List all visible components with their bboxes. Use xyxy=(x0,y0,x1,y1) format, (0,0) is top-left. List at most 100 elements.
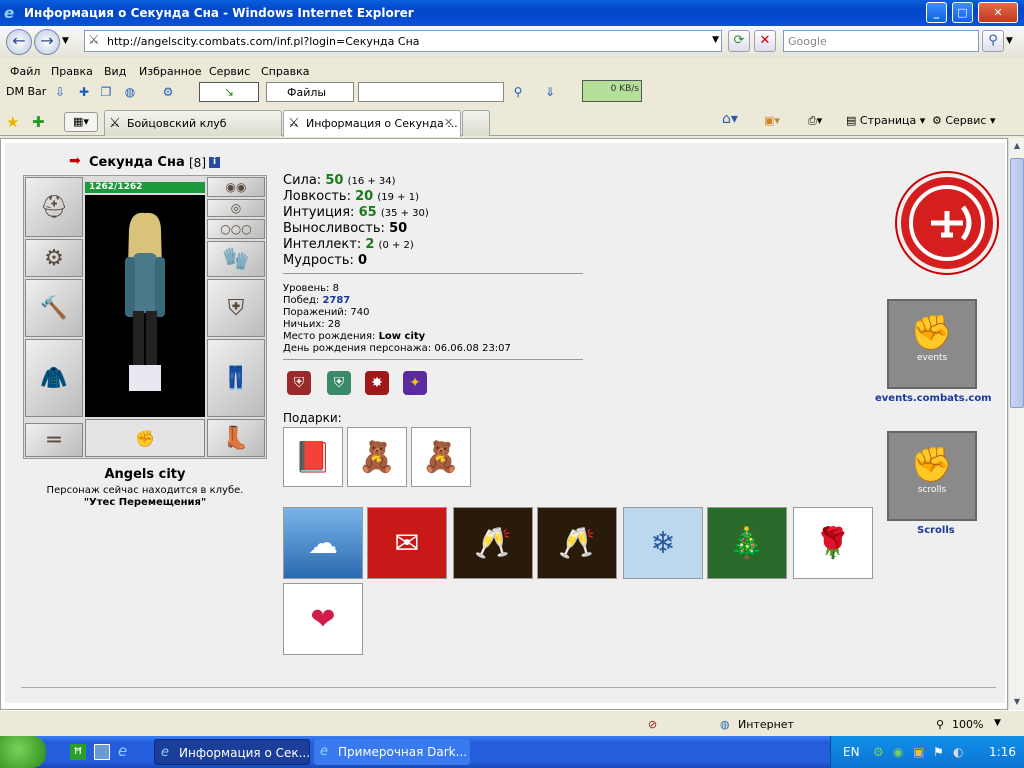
vertical-scrollbar[interactable]: ▲ ▼ xyxy=(1008,138,1024,710)
info-icon[interactable]: i xyxy=(209,157,220,168)
zoom-dropdown-icon[interactable]: ▼ xyxy=(994,718,1001,728)
armor-slot[interactable]: 🧥 xyxy=(25,339,83,417)
quick-tabs-button[interactable]: ▦▾ xyxy=(64,112,98,132)
privacy-icon[interactable]: ⊘ xyxy=(648,718,657,731)
character-name[interactable]: Секунда Сна xyxy=(89,155,185,170)
badge-icon[interactable]: ✦ xyxy=(403,371,427,395)
cursor-button[interactable]: ↘ xyxy=(199,82,259,102)
tray-flag-icon[interactable]: ⚑ xyxy=(933,745,944,759)
close-button[interactable]: ✕ xyxy=(978,2,1018,23)
gift-teddy-icon[interactable]: 🧸 xyxy=(347,427,407,487)
weapon-slot[interactable]: 🔨 xyxy=(25,279,83,337)
close-tab-icon[interactable]: ✕ xyxy=(444,116,453,129)
gift-book-icon[interactable]: 📕 xyxy=(283,427,343,487)
minimize-button[interactable]: _ xyxy=(926,2,947,23)
tray-icon[interactable]: ▣ xyxy=(913,745,924,759)
rss-icon[interactable]: ▣▾ xyxy=(764,114,780,127)
tray-icon[interactable]: ◉ xyxy=(893,745,903,759)
task-fitting-room[interactable]: e Примерочная Dark... xyxy=(314,739,470,765)
scrolls-banner[interactable]: ✊ scrolls xyxy=(887,431,977,521)
shield-slot[interactable]: ⛨ xyxy=(207,279,265,337)
ie-quicklaunch-icon[interactable]: e xyxy=(118,742,127,760)
gift-card-newyear-icon[interactable]: ✉ xyxy=(367,507,447,579)
menu-view[interactable]: Вид xyxy=(104,65,126,78)
quicklaunch-icon[interactable]: Ħ xyxy=(70,744,86,760)
zoom-level[interactable]: 100% xyxy=(952,718,983,731)
service-menu[interactable]: ⚙ Сервис ▾ xyxy=(932,114,996,127)
menu-file[interactable]: Файл xyxy=(10,65,40,78)
scrolls-link[interactable]: Scrolls xyxy=(917,525,955,536)
events-banner[interactable]: ✊ events xyxy=(887,299,977,389)
tool-icon[interactable]: ⚙ xyxy=(160,84,176,100)
search-icon[interactable]: ⚲ xyxy=(982,30,1004,52)
content-area: ➡ Секунда Сна [8] i ⛑ ⚙ 🔨 🧥 ═ ✊ ◉◉ ◎ ○○○… xyxy=(5,143,1005,703)
info-birthplace: Место рождения: Low city xyxy=(283,331,426,342)
rings-slot[interactable]: ○○○ xyxy=(207,219,265,239)
print-icon[interactable]: ⎙▾ xyxy=(808,114,822,128)
search-input[interactable]: Google xyxy=(783,30,979,52)
address-dropdown-icon[interactable]: ▼ xyxy=(712,35,719,45)
gift-teddy-icon[interactable]: 🧸 xyxy=(411,427,471,487)
bracers-slot[interactable]: ⚙ xyxy=(25,239,83,277)
gift-card-2009-icon[interactable]: ❄ xyxy=(623,507,703,579)
menu-tools[interactable]: Сервис xyxy=(209,65,250,78)
globe-icon[interactable]: ◍ xyxy=(122,84,138,100)
tray-icon[interactable]: ⚙ xyxy=(873,745,884,759)
copy-icon[interactable]: ❐ xyxy=(98,84,114,100)
badge-icon[interactable]: ⛨ xyxy=(287,371,311,395)
new-tab-button[interactable] xyxy=(462,110,490,136)
stop-button[interactable]: ✕ xyxy=(754,30,776,52)
start-button[interactable] xyxy=(0,736,46,768)
tab-info[interactable]: ⚔ Информация о Секунда ... xyxy=(283,110,461,137)
address-bar[interactable]: ⚔ http://angelscity.combats.com/inf.pl?l… xyxy=(84,30,722,52)
dm-search-input[interactable] xyxy=(358,82,504,102)
amulet-slot[interactable]: ◎ xyxy=(207,199,265,217)
character-portrait xyxy=(85,195,205,417)
gift-heart-icon[interactable]: ❤ xyxy=(283,583,363,655)
task-info-window[interactable]: e Информация о Сек... xyxy=(154,739,310,765)
address-input[interactable]: http://angelscity.combats.com/inf.pl?log… xyxy=(107,35,420,48)
history-dropdown-icon[interactable]: ▼ xyxy=(62,36,69,46)
add-favorite-icon[interactable]: ✚ xyxy=(32,113,45,131)
earrings-slot[interactable]: ◉◉ xyxy=(207,177,265,197)
leggings-slot[interactable]: 👖 xyxy=(207,339,265,417)
belt-slot[interactable]: ═ xyxy=(25,423,83,457)
download-icon[interactable]: ⇩ xyxy=(52,84,68,100)
language-indicator[interactable]: EN xyxy=(843,745,860,759)
scroll-down-icon[interactable]: ▼ xyxy=(1010,694,1024,710)
helmet-slot[interactable]: ⛑ xyxy=(25,177,83,237)
gift-card-champagne-icon[interactable]: 🥂 xyxy=(537,507,617,579)
scroll-thumb[interactable] xyxy=(1010,158,1024,408)
gift-roses-icon[interactable]: 🌹 xyxy=(793,507,873,579)
refresh-button[interactable]: ⟳ xyxy=(728,30,750,52)
desktop-icon[interactable] xyxy=(94,744,110,760)
back-button[interactable]: ← xyxy=(6,29,32,55)
boots-slot[interactable]: 👢 xyxy=(207,419,265,457)
forward-button[interactable]: → xyxy=(34,29,60,55)
clan-logo[interactable] xyxy=(897,173,997,273)
tray-icon[interactable]: ◐ xyxy=(953,745,963,759)
badge-icon[interactable]: ⛨ xyxy=(327,371,351,395)
menu-favorites[interactable]: Избранное xyxy=(139,65,201,78)
window-title: Информация о Секунда Сна - Windows Inter… xyxy=(24,6,414,20)
add-icon[interactable]: ✚ xyxy=(76,84,92,100)
gloves-slot[interactable]: 🧤 xyxy=(207,241,265,277)
events-link[interactable]: events.combats.com xyxy=(875,393,992,404)
scroll-up-icon[interactable]: ▲ xyxy=(1010,138,1024,154)
arrow-down-icon[interactable]: ⇓ xyxy=(542,84,558,100)
zoom-icon[interactable]: ⚲ xyxy=(936,718,944,731)
page-menu[interactable]: ▤ Страница ▾ xyxy=(846,114,925,127)
gift-card-champagne-icon[interactable]: 🥂 xyxy=(453,507,533,579)
gift-card-sea-icon[interactable]: ☁ xyxy=(283,507,363,579)
menu-edit[interactable]: Правка xyxy=(51,65,93,78)
menu-help[interactable]: Справка xyxy=(261,65,309,78)
files-dropdown[interactable]: Файлы xyxy=(266,82,354,102)
maximize-button[interactable]: □ xyxy=(952,2,973,23)
tab-fight-club[interactable]: ⚔ Бойцовский клуб xyxy=(104,110,282,136)
zoom-search-icon[interactable]: ⚲ xyxy=(510,84,526,100)
badge-icon[interactable]: ✸ xyxy=(365,371,389,395)
home-icon[interactable]: ⌂▾ xyxy=(722,111,738,127)
favorites-star-icon[interactable]: ★ xyxy=(6,113,19,131)
search-dropdown-icon[interactable]: ▼ xyxy=(1006,36,1013,46)
gift-card-tree-icon[interactable]: 🎄 xyxy=(707,507,787,579)
